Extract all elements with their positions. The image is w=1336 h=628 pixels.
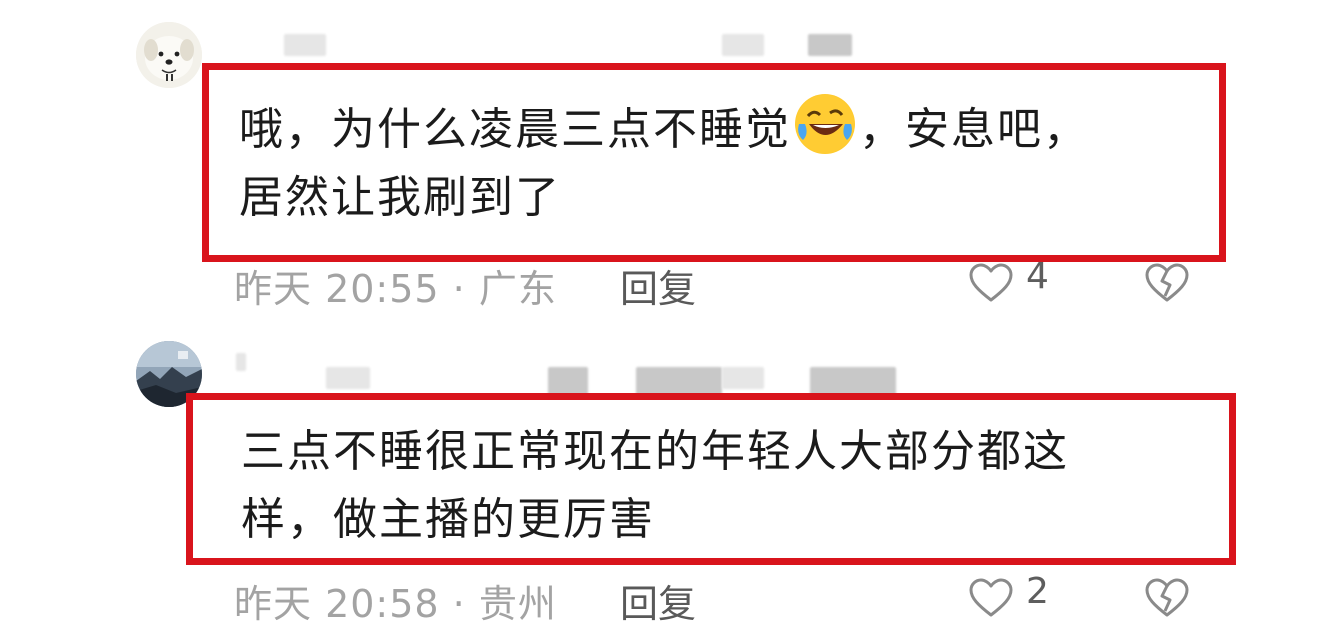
like-count: 4 xyxy=(1026,256,1049,297)
username-blur xyxy=(284,34,326,56)
broken-heart-icon[interactable] xyxy=(1144,577,1190,619)
heart-icon[interactable] xyxy=(968,262,1014,304)
comment-text-part: ，安息吧， xyxy=(859,104,1089,155)
dog-avatar-icon xyxy=(136,22,202,88)
badge-blur xyxy=(722,34,764,56)
comment-item: 哦，为什么凌晨三点不睡觉 ，安息吧， 居然让我刷到了 昨天 20:55 · 广东… xyxy=(0,0,1336,311)
comment-text-line: 样，做主播的更厉害 xyxy=(241,494,655,546)
comment-meta: 昨天 20:55 · 广东 xyxy=(234,267,557,311)
reply-button[interactable]: 回复 xyxy=(620,573,696,628)
broken-heart-icon[interactable] xyxy=(1144,262,1190,304)
comment-item: 三点不睡很正常现在的年轻人大部分都这 样，做主播的更厉害 昨天 20:58 · … xyxy=(0,311,1336,626)
rofl-emoji xyxy=(795,94,855,154)
comment-text: 哦，为什么凌晨三点不睡觉 ，安息吧， 居然让我刷到了 xyxy=(239,94,1089,232)
comment-text-part: 哦，为什么凌晨三点不睡觉 xyxy=(239,104,791,155)
username-blur xyxy=(236,353,246,371)
badge-blur xyxy=(722,367,764,389)
comment-highlight-box: 哦，为什么凌晨三点不睡觉 ，安息吧， 居然让我刷到了 xyxy=(202,63,1226,262)
reply-button[interactable]: 回复 xyxy=(620,258,696,313)
like-count: 2 xyxy=(1026,571,1049,612)
username-blur xyxy=(326,367,370,389)
comment-text-line: 三点不睡很正常现在的年轻人大部分都这 xyxy=(241,426,1069,477)
comment-highlight-box: 三点不睡很正常现在的年轻人大部分都这 样，做主播的更厉害 xyxy=(186,393,1236,565)
comment-meta: 昨天 20:58 · 贵州 xyxy=(234,582,557,626)
heart-icon[interactable] xyxy=(968,577,1014,619)
comment-text: 三点不睡很正常现在的年轻人大部分都这 样，做主播的更厉害 xyxy=(241,418,1069,554)
comment-text-line: 居然让我刷到了 xyxy=(239,172,561,224)
badge-blur xyxy=(808,34,852,56)
avatar[interactable] xyxy=(136,22,202,88)
